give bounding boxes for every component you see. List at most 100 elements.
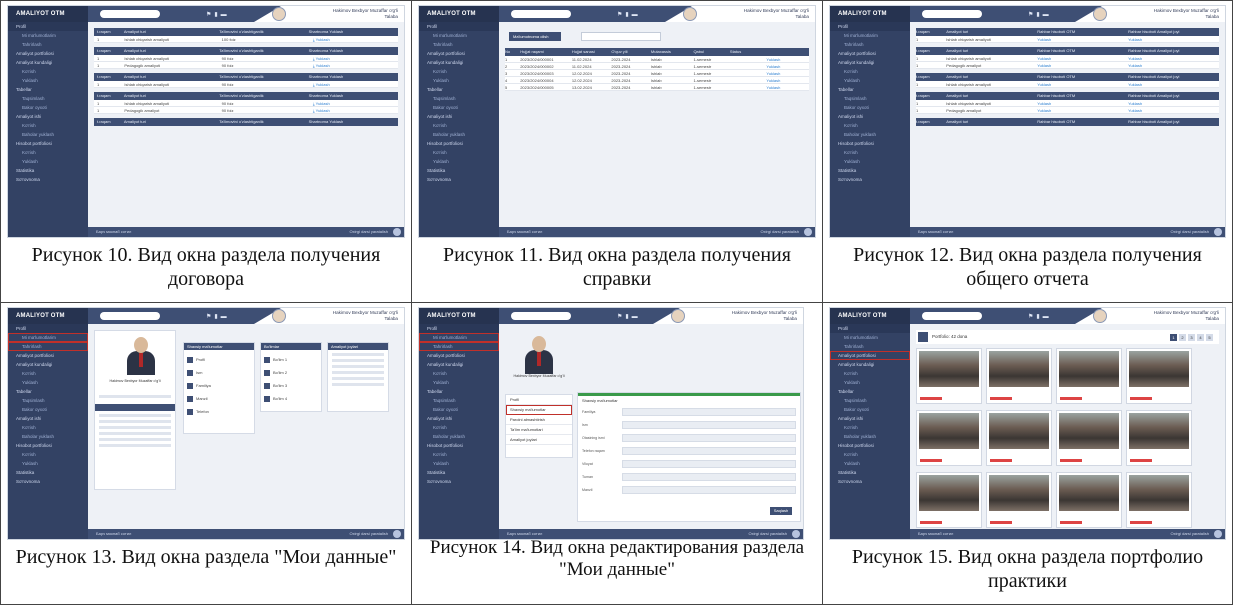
sidebar-item[interactable]: Profil [8, 22, 88, 31]
sidebar-item[interactable]: Ko'rish [830, 67, 910, 76]
get-certificate-button[interactable]: Ma'lumotnoma olish [509, 32, 561, 41]
form-input[interactable] [622, 446, 796, 455]
sidebar-item[interactable]: Mi ma'lumotlarim [8, 31, 88, 40]
notification-icons[interactable]: ⚑▮▬ [1028, 313, 1052, 320]
search-input[interactable] [922, 10, 982, 18]
sidebar-item[interactable]: Ko'rish [830, 369, 910, 378]
sidebar-item[interactable]: Ko'rish [8, 148, 88, 157]
portfolio-photo[interactable] [986, 348, 1052, 404]
notification-icons[interactable]: ⚑▮▬ [617, 313, 641, 320]
sidebar-item[interactable]: Bakor oyxoti [8, 405, 88, 414]
sidebar-item[interactable]: Bakor oyxoti [419, 103, 499, 112]
sidebar-item[interactable]: Tabellar [8, 85, 88, 94]
sidebar-item[interactable]: Baholar yuklash [8, 432, 88, 441]
sidebar-item[interactable]: Tabellar [8, 387, 88, 396]
sidebar-item[interactable]: Bakor oyxoti [419, 405, 499, 414]
sidebar-item[interactable]: Bakor oyxoti [8, 103, 88, 112]
sidebar-item[interactable]: Yuklash [830, 378, 910, 387]
form-input[interactable] [622, 420, 796, 429]
portfolio-photo[interactable] [1056, 410, 1122, 466]
portfolio-photo[interactable] [1056, 472, 1122, 528]
settings-icon[interactable] [1214, 228, 1222, 236]
avatar[interactable] [683, 7, 697, 21]
download-link[interactable]: Yuklash [1128, 81, 1219, 88]
search-input[interactable] [511, 10, 571, 18]
sidebar-item[interactable]: Yuklash [419, 378, 499, 387]
sidebar-item[interactable]: Baholar yuklash [830, 432, 910, 441]
sidebar-item[interactable]: Amaliyot ishi [830, 414, 910, 423]
settings-icon[interactable] [804, 228, 812, 236]
page-button[interactable]: 5 [1206, 334, 1213, 341]
avatar[interactable] [272, 7, 286, 21]
download-link[interactable]: Yuklash [766, 63, 809, 70]
download-link[interactable]: Yuklash [1128, 62, 1219, 69]
download-link[interactable]: Yuklash [1128, 100, 1219, 107]
sidebar-item[interactable]: Hisobot portfoliosi [830, 139, 910, 148]
sidebar-item[interactable]: Tahrirlash [8, 40, 88, 49]
form-input[interactable] [622, 472, 796, 481]
portfolio-photo[interactable] [916, 410, 982, 466]
sidebar-item[interactable]: Taqsimlash [419, 396, 499, 405]
edit-menu-item[interactable]: Parolni almashtirish [506, 415, 572, 425]
pagination[interactable]: 12345 [1170, 334, 1213, 341]
sidebar-item[interactable]: Ko'rish [419, 450, 499, 459]
sidebar-item[interactable]: Bakor oyxoti [830, 103, 910, 112]
sidebar-item[interactable]: Amaliyot kundaligi [8, 360, 88, 369]
download-link[interactable]: Yuklash [766, 84, 809, 91]
notification-icons[interactable]: ⚑▮▬ [1028, 11, 1052, 18]
sidebar-item[interactable]: Tabellar [419, 85, 499, 94]
sidebar-item[interactable]: Baholar yuklash [419, 130, 499, 139]
notification-icons[interactable]: ⚑▮▬ [206, 313, 230, 320]
sidebar-item[interactable]: Yuklash [8, 76, 88, 85]
download-link[interactable]: Yuklash [313, 36, 398, 42]
download-link[interactable]: Yuklash [1128, 107, 1219, 114]
download-link[interactable]: Yuklash [766, 77, 809, 84]
search-input[interactable] [100, 312, 160, 320]
sidebar-item[interactable]: Amaliyot kundaligi [830, 360, 910, 369]
sidebar-item[interactable]: So'rovnoma [8, 477, 88, 486]
sidebar-item[interactable]: Taqsimlash [419, 94, 499, 103]
page-button[interactable]: 1 [1170, 334, 1177, 341]
sidebar-item[interactable]: Profil [8, 324, 88, 333]
sidebar-item[interactable]: Ko'rish [419, 67, 499, 76]
avatar[interactable] [1093, 309, 1107, 323]
sidebar-item[interactable]: Yuklash [419, 157, 499, 166]
table-cell[interactable]: Yuklash [1037, 36, 1128, 43]
sidebar-item[interactable]: Hisobot portfoliosi [419, 139, 499, 148]
page-button[interactable]: 2 [1179, 334, 1186, 341]
edit-menu-item[interactable]: Profil [506, 395, 572, 405]
sidebar-item[interactable]: Baholar yuklash [419, 432, 499, 441]
sidebar-item[interactable]: Yuklash [8, 378, 88, 387]
sidebar-item[interactable]: Yuklash [8, 459, 88, 468]
avatar[interactable] [1093, 7, 1107, 21]
portfolio-photo[interactable] [1126, 472, 1192, 528]
sidebar-item[interactable]: Statistika [830, 468, 910, 477]
sidebar-item[interactable]: Mi ma'lumotlarim [419, 31, 499, 40]
sidebar-item[interactable]: Profil [419, 22, 499, 31]
sidebar-item[interactable]: Baholar yuklash [830, 130, 910, 139]
sidebar-item[interactable]: Statistika [419, 166, 499, 175]
sidebar-item[interactable]: Amaliyot portfoliosi [830, 351, 910, 360]
sidebar-item[interactable]: Ko'rish [419, 121, 499, 130]
download-link[interactable]: Yuklash [766, 70, 809, 77]
sidebar-item[interactable]: Amaliyot ishi [830, 112, 910, 121]
portfolio-photo[interactable] [1126, 348, 1192, 404]
portfolio-photo[interactable] [916, 348, 982, 404]
portfolio-photo[interactable] [1056, 348, 1122, 404]
page-button[interactable]: 4 [1197, 334, 1204, 341]
form-input[interactable] [622, 407, 796, 416]
sidebar-item[interactable]: Amaliyot kundaligi [830, 58, 910, 67]
download-link[interactable]: Yuklash [1128, 36, 1219, 43]
sidebar-item[interactable]: Amaliyot kundaligi [419, 360, 499, 369]
sidebar-item[interactable]: Amaliyot ishi [419, 414, 499, 423]
portfolio-photo[interactable] [986, 472, 1052, 528]
sidebar-item[interactable]: Amaliyot ishi [8, 112, 88, 121]
sidebar-item[interactable]: Yuklash [830, 459, 910, 468]
sidebar-item[interactable]: Amaliyot ishi [419, 112, 499, 121]
edit-menu-item[interactable]: Shaxsiy ma'lumotlar [506, 405, 572, 415]
sidebar-item[interactable]: Hisobot portfoliosi [830, 441, 910, 450]
sidebar-item[interactable]: Taqsimlash [8, 94, 88, 103]
sidebar-item[interactable]: Ko'rish [830, 148, 910, 157]
filter-select[interactable] [581, 32, 661, 41]
notification-icons[interactable]: ⚑▮▬ [617, 11, 641, 18]
